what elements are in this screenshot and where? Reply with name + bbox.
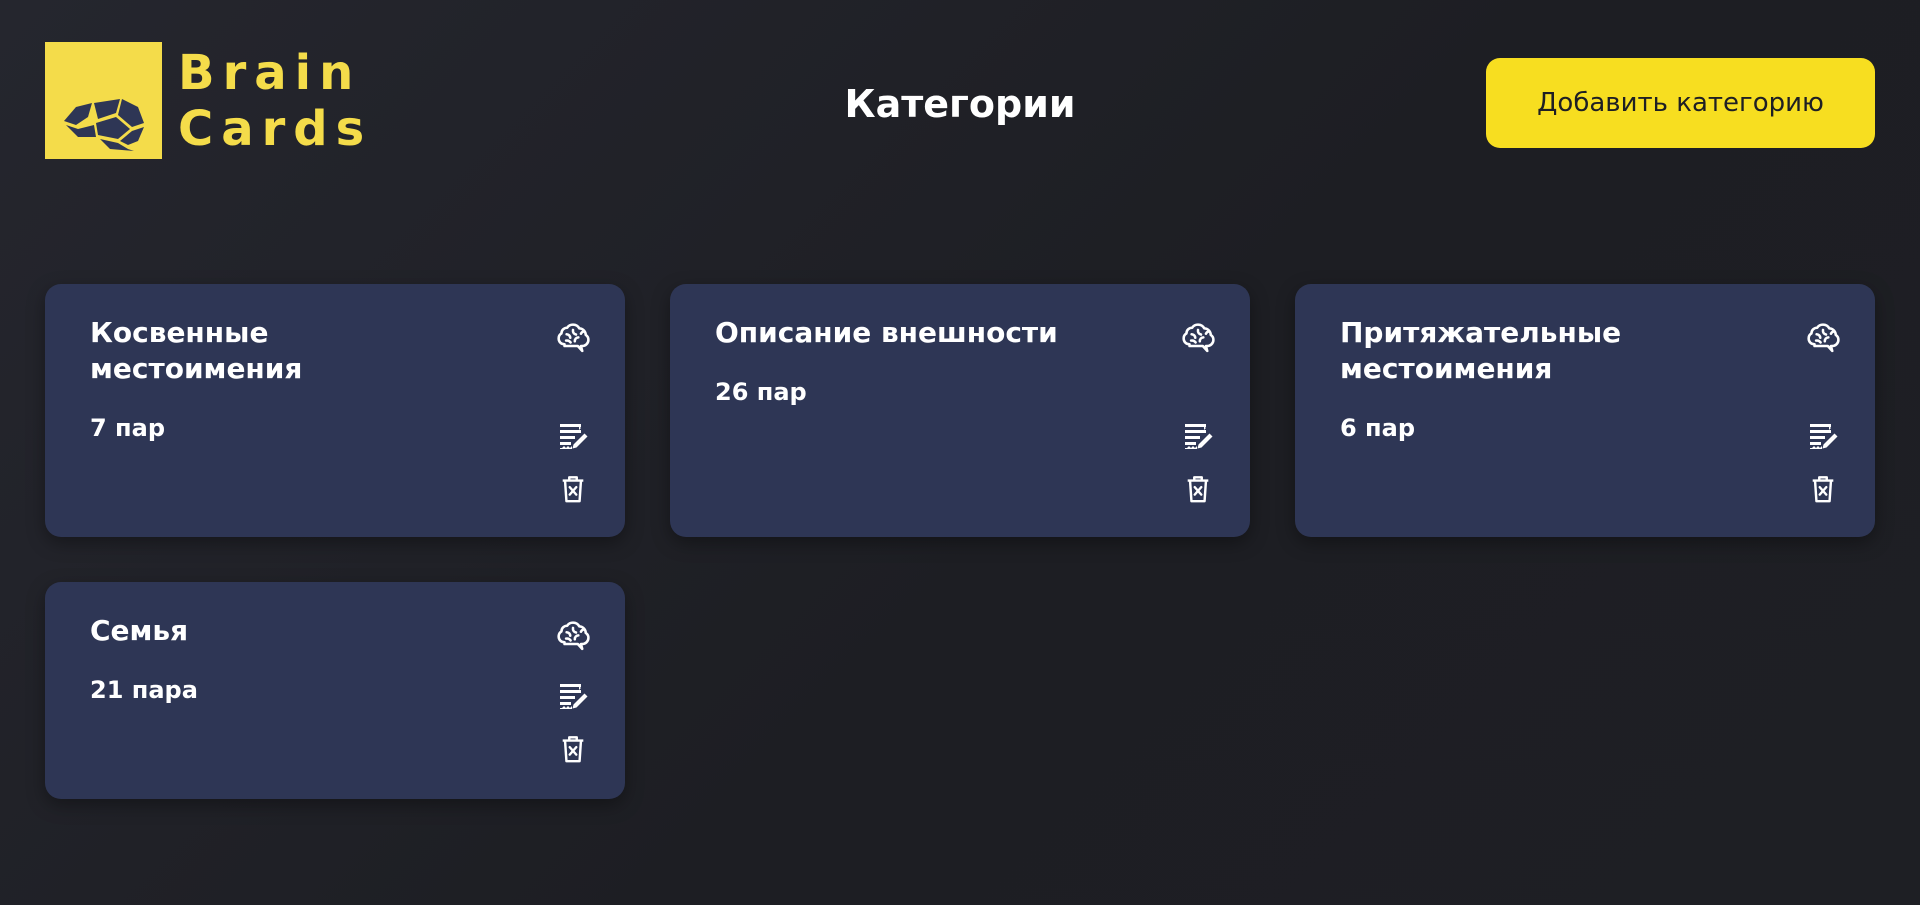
pair-count: 21 пара	[90, 676, 198, 704]
logo-line-brain: Brain	[178, 44, 362, 101]
category-title: Семья	[90, 614, 189, 647]
delete-icon[interactable]	[556, 732, 590, 766]
delete-icon[interactable]	[556, 472, 590, 506]
category-title: Косвенные местоимения	[90, 316, 303, 385]
brain-icon[interactable]	[1806, 322, 1840, 356]
category-grid: Косвенные местоимения 7 пар Описание вне…	[45, 284, 1875, 799]
brain-icon[interactable]	[1181, 322, 1215, 356]
brain-cards-logo[interactable]: Brain Cards	[45, 42, 372, 159]
edit-icon[interactable]	[1181, 420, 1215, 454]
category-card[interactable]: Притяжательные местоимения 6 пар	[1295, 284, 1875, 537]
pair-count: 7 пар	[90, 414, 166, 442]
category-title: Притяжательные местоимения	[1340, 316, 1622, 385]
edit-icon[interactable]	[556, 420, 590, 454]
pair-count: 6 пар	[1340, 414, 1416, 442]
brain-icon[interactable]	[556, 322, 590, 356]
brain-logo-icon	[45, 42, 162, 159]
add-category-button[interactable]: Добавить категорию	[1486, 58, 1875, 148]
category-card[interactable]: Семья 21 пара	[45, 582, 625, 799]
delete-icon[interactable]	[1181, 472, 1215, 506]
category-card[interactable]: Описание внешности 26 пар	[670, 284, 1250, 537]
pair-count: 26 пар	[715, 378, 807, 406]
logo-line-cards: Cards	[178, 100, 373, 157]
delete-icon[interactable]	[1806, 472, 1840, 506]
category-title: Описание внешности	[715, 316, 1058, 349]
brain-icon[interactable]	[556, 620, 590, 654]
logo-text: Brain Cards	[178, 42, 372, 159]
edit-icon[interactable]	[1806, 420, 1840, 454]
category-card[interactable]: Косвенные местоимения 7 пар	[45, 284, 625, 537]
edit-icon[interactable]	[556, 680, 590, 714]
